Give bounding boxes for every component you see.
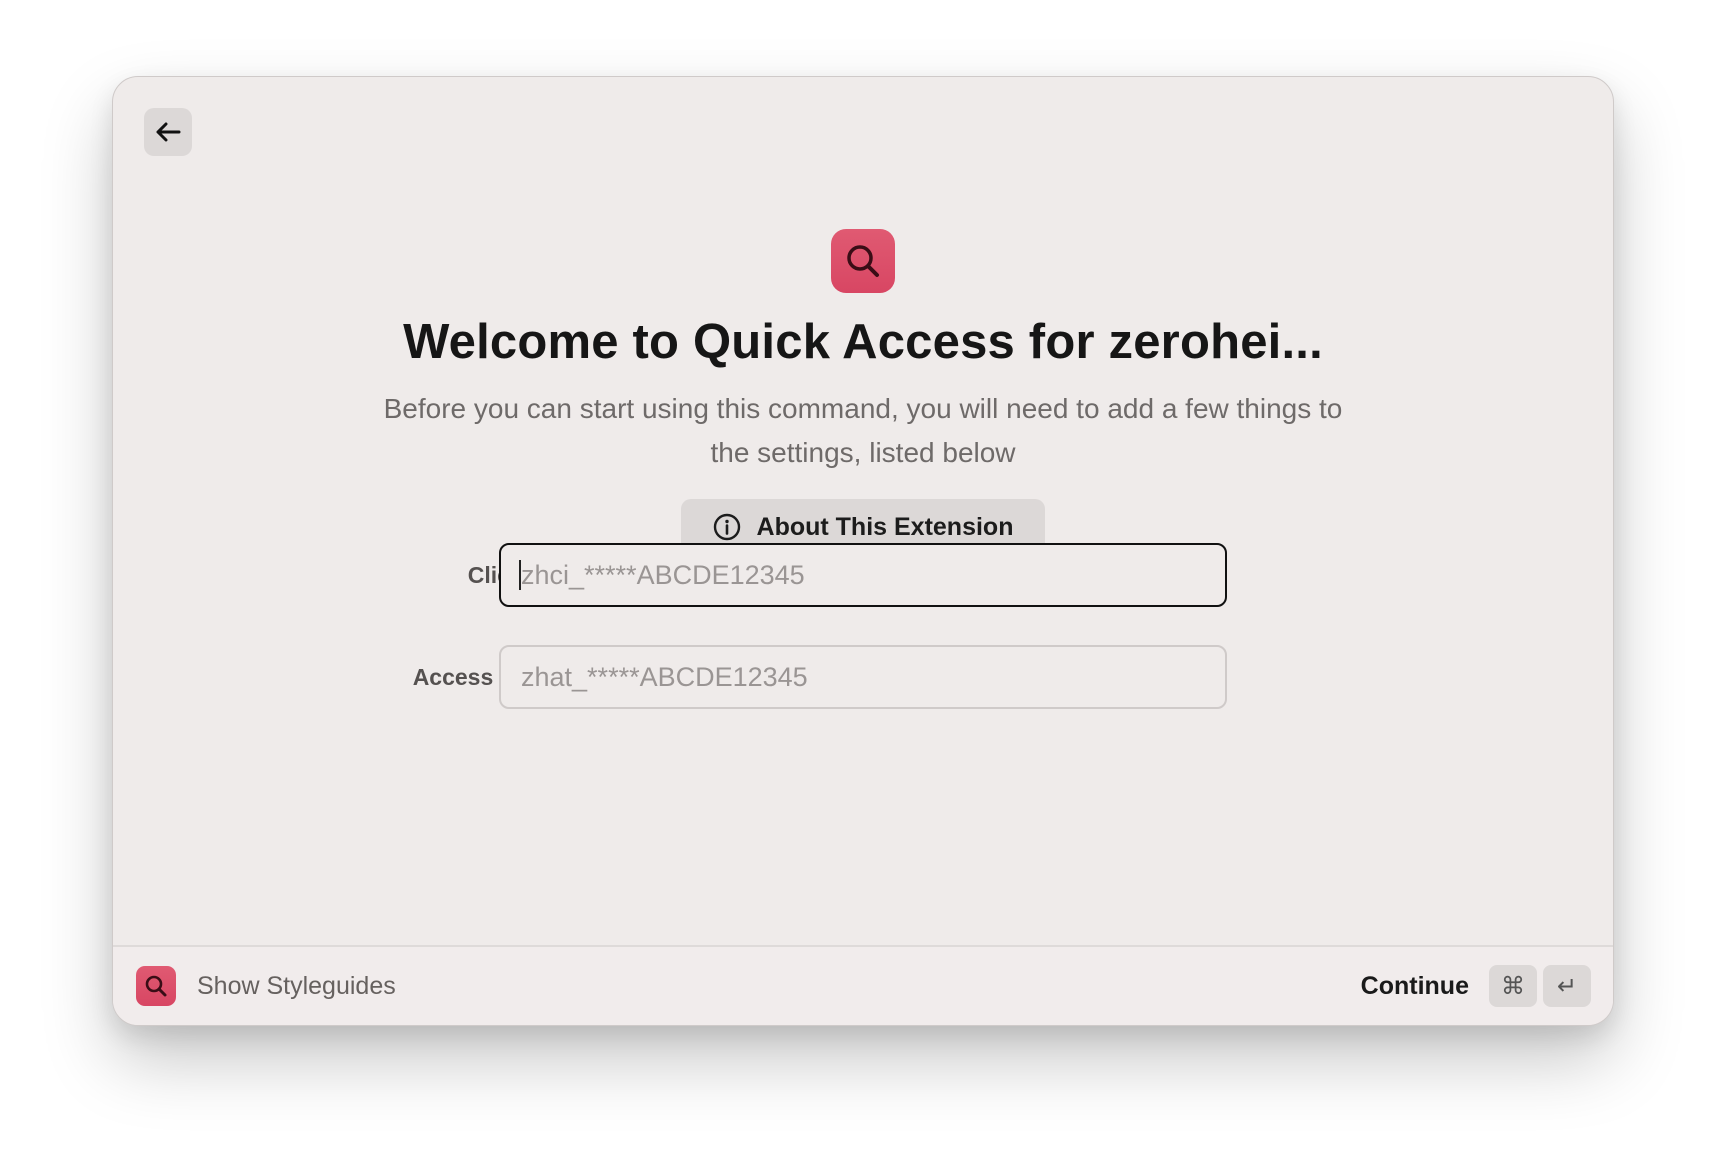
continue-button[interactable]: Continue [1361,947,1469,1025]
return-key-icon: ↵ [1543,965,1591,1007]
onboarding-hero: Welcome to Quick Access for zerohei... B… [113,229,1613,555]
page-subtitle: Before you can start using this command,… [383,393,1343,468]
access-token-row: Access token zhat_*****ABCDE12345 [113,645,1613,709]
arrow-left-icon [156,122,181,142]
command-name: Show Styleguides [197,972,396,1000]
client-id-placeholder: zhci_*****ABCDE12345 [521,559,805,590]
command-key-icon: ⌘ [1489,965,1537,1007]
client-id-input[interactable]: zhci_*****ABCDE12345 [499,543,1227,607]
command-icon [136,966,176,1006]
action-bar: Show Styleguides Continue ⌘ ↵ [113,945,1613,1025]
page-title: Welcome to Quick Access for zerohei... [403,315,1323,369]
back-button[interactable] [144,108,192,156]
about-extension-label: About This Extension [756,512,1014,541]
access-token-input[interactable]: zhat_*****ABCDE12345 [499,645,1227,709]
extension-icon [831,229,895,293]
extension-window: Welcome to Quick Access for zerohei... B… [112,76,1614,1026]
client-id-row: Client ID zhci_*****ABCDE12345 [113,543,1613,607]
text-caret [519,560,521,590]
magnifying-glass-icon [145,975,167,997]
magnifying-glass-icon [847,245,879,277]
info-circle-icon [713,513,740,541]
access-token-placeholder: zhat_*****ABCDE12345 [521,661,808,692]
